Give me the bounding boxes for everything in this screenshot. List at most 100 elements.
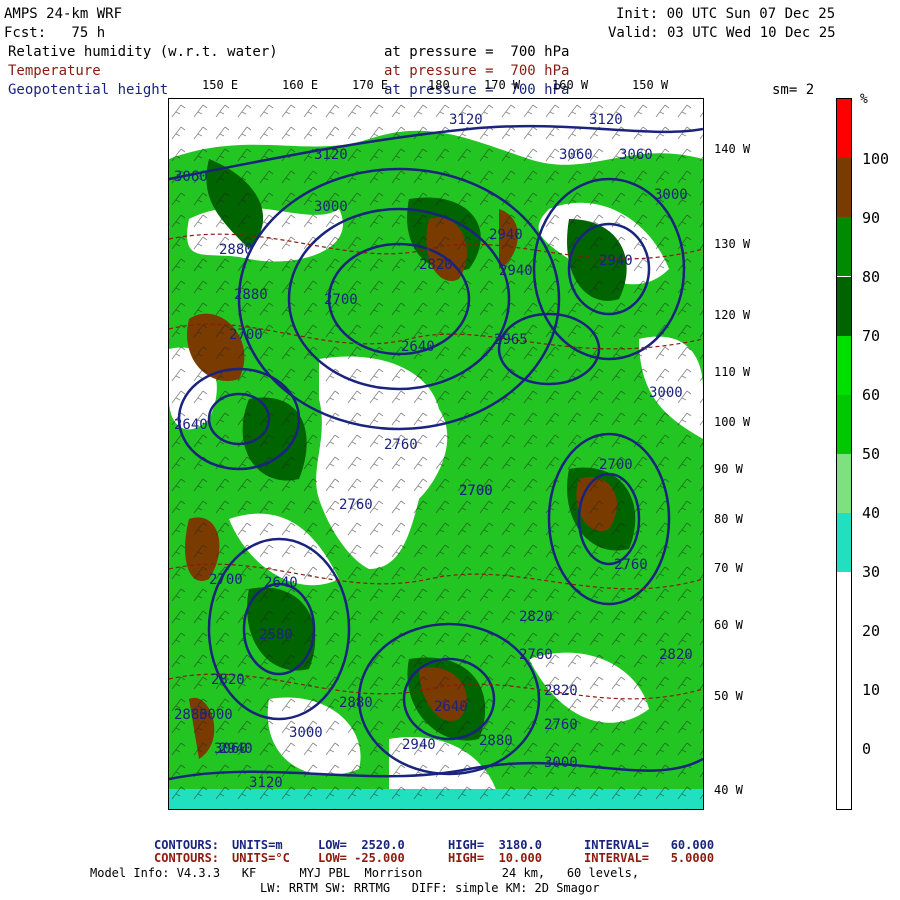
colorbar-label: 60 [862, 386, 881, 404]
lon-label: 170 E [352, 78, 389, 92]
contour-label: 2940 [599, 253, 633, 269]
lat-label: 130 W [714, 237, 751, 251]
contour-label: 3000 [199, 707, 233, 723]
colorbar-label: 80 [862, 268, 881, 286]
contour-label: 3120 [249, 775, 283, 791]
contour-label: 2880 [219, 242, 253, 258]
height-contours-low: LOW= 2520.0 [318, 838, 405, 852]
field-name-rh: Relative humidity (w.r.t. water) [8, 44, 278, 60]
contour-label: 3060 [174, 169, 208, 185]
lat-label: 50 W [714, 689, 743, 703]
field-level-rh: at pressure = 700 hPa [384, 44, 570, 60]
colorbar-segment [837, 276, 851, 336]
colorbar-segment [837, 690, 851, 750]
contour-label: 3060 [214, 741, 248, 757]
lat-label: 140 W [714, 142, 751, 156]
contour-label: 2760 [339, 497, 373, 513]
contour-label: 2700 [599, 457, 633, 473]
contour-label: 3060 [619, 147, 653, 163]
colorbar-segment [837, 749, 851, 809]
colorbar-label: 0 [862, 740, 872, 758]
contour-label: 2760 [544, 717, 578, 733]
colorbar-label: 40 [862, 504, 881, 522]
field-level-temp: at pressure = 700 hPa [384, 63, 570, 79]
contour-label: 2820 [519, 609, 553, 625]
contour-label: 2965 [494, 332, 528, 348]
colorbar-segment [837, 631, 851, 691]
smoothing-label: sm= 2 [772, 82, 815, 98]
lat-label: 110 W [714, 365, 751, 379]
colorbar-label: 50 [862, 445, 881, 463]
temp-contours-high: HIGH= 10.000 [448, 851, 542, 865]
contour-label: 2640 [401, 339, 435, 355]
init-time: Init: 00 UTC Sun 07 Dec 25 [616, 6, 836, 22]
valid-time: Valid: 03 UTC Wed 10 Dec 25 [608, 25, 836, 41]
map-graphic: 3120 3120 3060 3060 3120 3000 2940 2880 … [169, 99, 703, 809]
colorbar-label: 100 [862, 150, 890, 168]
model-title: AMPS 24-km WRF [4, 6, 123, 22]
contour-label: 2820 [659, 647, 693, 663]
colorbar-segment [837, 454, 851, 514]
contour-label: 3000 [314, 199, 348, 215]
colorbar-segment [837, 217, 851, 277]
colorbar-label: 90 [862, 209, 881, 227]
temp-contours-units: UNITS=°C [232, 851, 290, 865]
contour-label: 2700 [459, 483, 493, 499]
lat-label: 40 W [714, 783, 743, 797]
contour-label: 2820 [544, 683, 578, 699]
contour-label: 3000 [289, 725, 323, 741]
colorbar-segment [837, 513, 851, 573]
forecast-hour: Fcst: 75 h [4, 25, 106, 41]
contour-label: 2760 [384, 437, 418, 453]
contour-label: 3120 [589, 112, 623, 128]
contour-label: 2880 [479, 733, 513, 749]
forecast-map: 3120 3120 3060 3060 3120 3000 2940 2880 … [168, 98, 704, 810]
contour-label: 2640 [174, 417, 208, 433]
contour-label: 2940 [489, 227, 523, 243]
field-level-height: at pressure = 700 hPa [384, 82, 570, 98]
colorbar-label: 30 [862, 563, 881, 581]
contour-label: 2880 [234, 287, 268, 303]
temp-contours-label: CONTOURS: [154, 851, 220, 865]
colorbar-unit: % [860, 92, 868, 107]
field-name-height: Geopotential height [8, 82, 169, 98]
lon-label: 170 W [484, 78, 521, 92]
colorbar-segment [837, 335, 851, 395]
colorbar-segment [837, 158, 851, 218]
contour-label: 3120 [449, 112, 483, 128]
contour-label: 2640 [434, 699, 468, 715]
lon-label: 180 [428, 78, 450, 92]
lat-label: 80 W [714, 512, 743, 526]
lat-label: 90 W [714, 462, 743, 476]
colorbar-label: 20 [862, 622, 881, 640]
lat-label: 100 W [714, 415, 751, 429]
colorbar-label: 10 [862, 681, 881, 699]
colorbar-segment [837, 99, 851, 159]
colorbar-segment [837, 394, 851, 454]
humidity-colorbar [836, 98, 852, 810]
contour-label: 3000 [544, 755, 578, 771]
contour-label: 2820 [211, 672, 245, 688]
contour-label: 2940 [402, 737, 436, 753]
colorbar-label: 70 [862, 327, 881, 345]
lat-label: 70 W [714, 561, 743, 575]
contour-label: 3000 [649, 385, 683, 401]
field-name-temp: Temperature [8, 63, 101, 79]
contour-label: 2640 [264, 575, 298, 591]
contour-label: 2700 [209, 572, 243, 588]
contour-label: 2880 [339, 695, 373, 711]
contour-label: 3060 [559, 147, 593, 163]
contour-label: 2760 [519, 647, 553, 663]
height-contours-label: CONTOURS: [154, 838, 220, 852]
contour-label: 2700 [229, 327, 263, 343]
height-contours-high: HIGH= 3180.0 [448, 838, 542, 852]
height-contours-units: UNITS=m [232, 838, 283, 852]
lon-label: 160 W [552, 78, 589, 92]
lat-label: 60 W [714, 618, 743, 632]
contour-label: 2940 [499, 263, 533, 279]
temp-contours-low: LOW= -25.000 [318, 851, 405, 865]
lon-label: 160 E [282, 78, 319, 92]
contour-label: 2700 [324, 292, 358, 308]
temp-contours-interval: INTERVAL= 5.0000 [584, 851, 715, 865]
contour-label: 2820 [419, 257, 453, 273]
